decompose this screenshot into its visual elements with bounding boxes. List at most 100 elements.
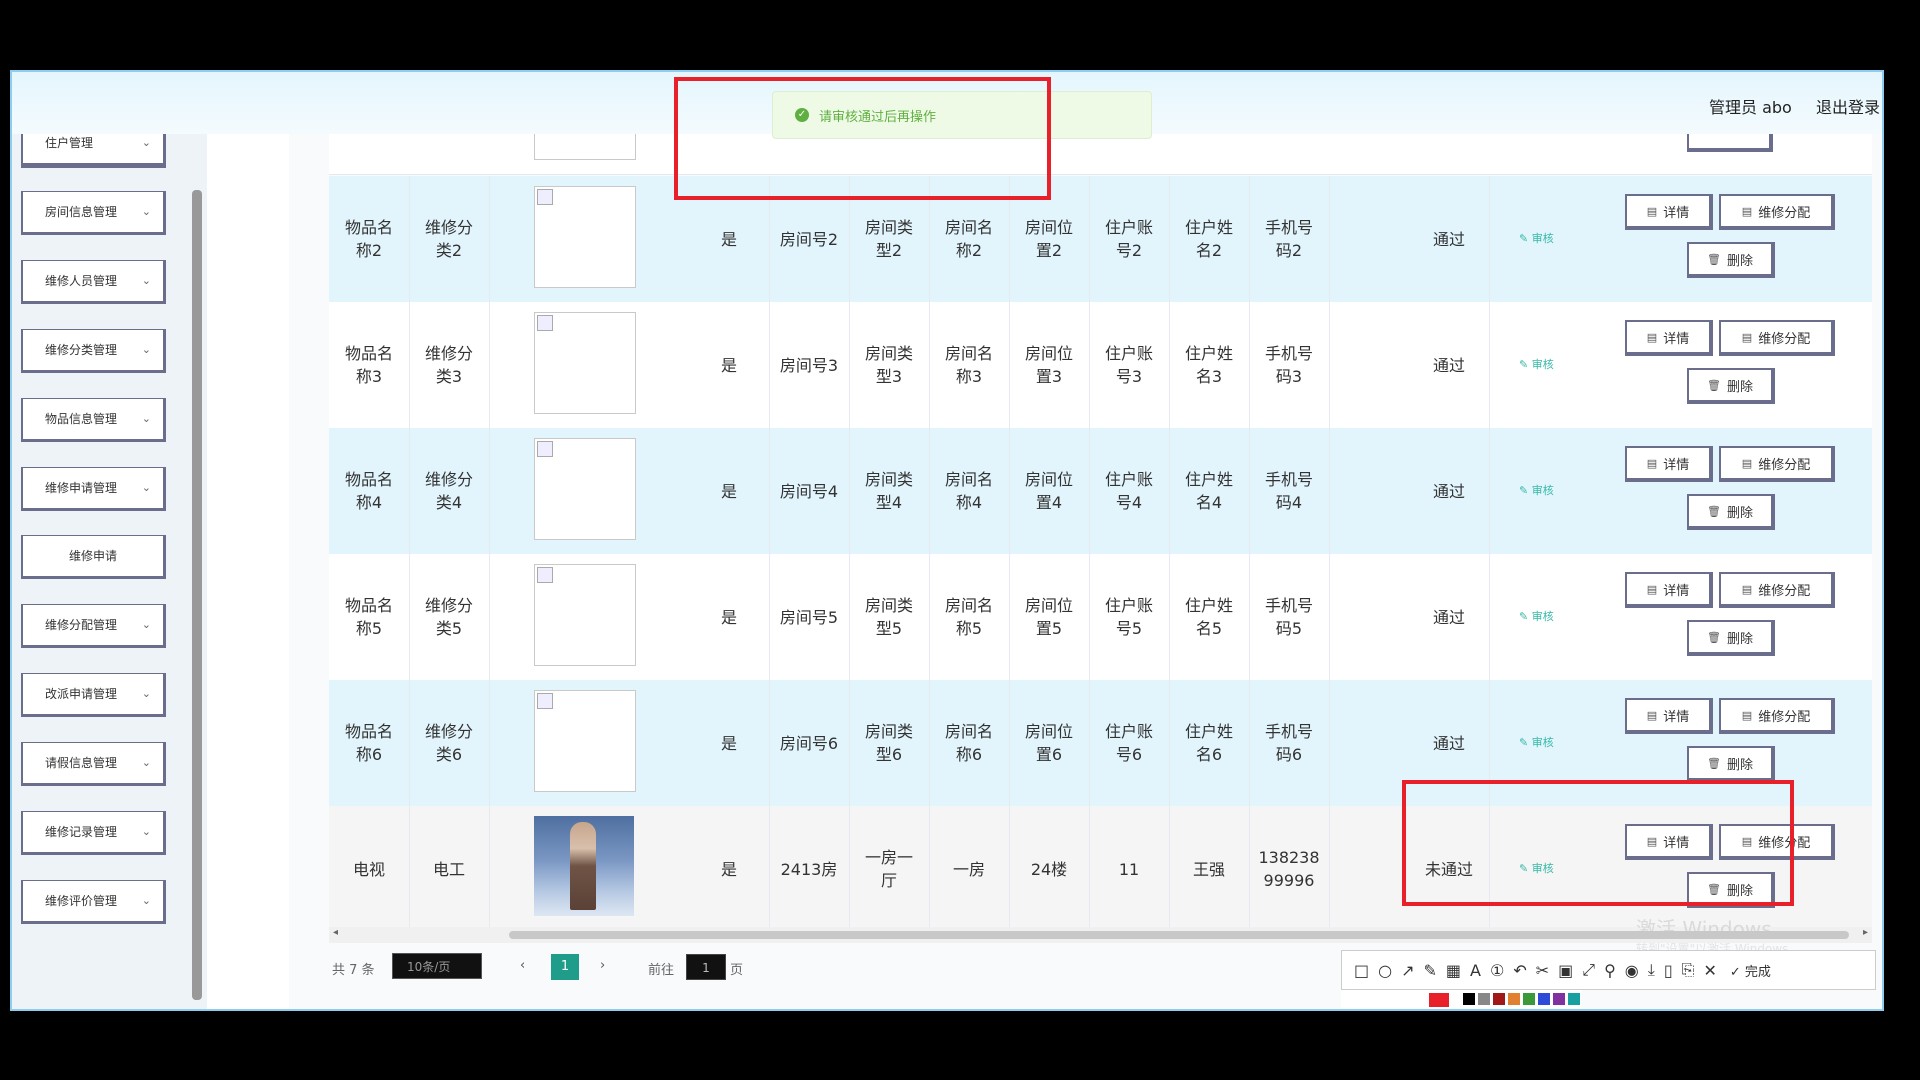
edit-icon: ✎ — [1519, 610, 1532, 623]
sidebar-scrollbar[interactable] — [192, 190, 202, 1000]
color-palette — [1341, 990, 1581, 1008]
snip-toolbar: □ ○ ↗ ✎ ▦ A ① ↶ ✂ ▣ ⤢ ⚲ ◉ ⤓ ▯ ⎘ ✕ ✓ 完成 — [1341, 950, 1876, 990]
audit-link[interactable]: ✎ 审核 — [1519, 734, 1554, 750]
chevron-down-icon: ⌄ — [141, 618, 151, 631]
delete-button[interactable]: 🗑 删除 — [1687, 620, 1775, 656]
download-icon[interactable]: ⤓ — [1648, 960, 1655, 980]
sidebar-item[interactable]: 维修记录管理 ⌄ — [21, 811, 166, 855]
text-tool-icon[interactable]: A — [1470, 961, 1481, 980]
sidebar-item[interactable]: 维修申请 — [21, 535, 166, 579]
sidebar-item[interactable]: 维修人员管理 ⌄ — [21, 260, 166, 304]
sidebar-item[interactable]: 维修分类管理 ⌄ — [21, 329, 166, 373]
color-swatch[interactable] — [1538, 993, 1550, 1005]
expand-icon[interactable]: ⤢ — [1582, 960, 1595, 980]
color-swatch[interactable] — [1523, 993, 1535, 1005]
cell-name: 住户姓 名3 — [1169, 302, 1250, 428]
audit-link[interactable]: ✎ 审核 — [1519, 482, 1554, 498]
delete-button[interactable]: 🗑 删除 — [1687, 746, 1775, 782]
ellipse-tool-icon[interactable]: ○ — [1378, 961, 1392, 980]
sidebar-item[interactable]: 房间信息管理 ⌄ — [21, 191, 166, 235]
cell-item: 物品名 称2 — [329, 176, 410, 302]
page-size-select[interactable]: 10条/页 — [392, 953, 482, 979]
audit-link[interactable]: ✎ 审核 — [1519, 230, 1554, 246]
cell-room-name: 房间名 称3 — [929, 302, 1010, 428]
audit-link[interactable]: ✎ 审核 — [1519, 608, 1554, 624]
cell-room-pos: 房间位 置5 — [1009, 554, 1090, 680]
save-icon[interactable]: ▯ — [1664, 961, 1673, 980]
ocr-icon[interactable]: ▣ — [1558, 961, 1573, 980]
color-swatch[interactable] — [1493, 993, 1505, 1005]
cell-room-name: 房间名 称5 — [929, 554, 1010, 680]
assign-button[interactable]: ▤ 维修分配 — [1719, 194, 1835, 230]
color-swatch[interactable] — [1478, 993, 1490, 1005]
cell-room-no: 2413房 — [769, 806, 850, 932]
prev-page-icon[interactable]: ‹ — [520, 958, 525, 973]
rectangle-tool-icon[interactable]: □ — [1354, 961, 1369, 980]
detail-button[interactable]: ▤ 详情 — [1625, 194, 1713, 230]
assign-button[interactable]: ▤ 维修分配 — [1719, 572, 1835, 608]
cell-acct: 住户账 号2 — [1089, 176, 1170, 302]
cell-phone: 手机号 码6 — [1249, 680, 1330, 806]
assign-button[interactable]: ▤ 维修分配 — [1719, 320, 1835, 356]
scissor-icon[interactable]: ✂ — [1536, 961, 1549, 980]
sidebar-item[interactable]: 请假信息管理 ⌄ — [21, 742, 166, 786]
sidebar-item[interactable]: 改派申请管理 ⌄ — [21, 673, 166, 717]
record-icon[interactable]: ◉ — [1625, 961, 1639, 980]
sidebar-item-label: 维修分类管理 — [45, 343, 118, 357]
detail-button[interactable]: ▤ 详情 — [1625, 698, 1713, 734]
page-number-current[interactable]: 1 — [551, 954, 579, 980]
delete-button[interactable]: 🗑 删除 — [1687, 368, 1775, 404]
undo-icon[interactable]: ↶ — [1513, 961, 1526, 980]
assign-button-label: 维修分配 — [1758, 709, 1811, 725]
cell-phone: 138238 99996 — [1249, 806, 1330, 932]
close-icon[interactable]: ✕ — [1703, 961, 1716, 980]
sidebar-item[interactable]: 维修评价管理 ⌄ — [21, 880, 166, 924]
audit-link[interactable]: ✎ 审核 — [1519, 356, 1554, 372]
bookmark-icon[interactable]: ⎘ — [1682, 960, 1695, 980]
edit-icon: ✎ — [1519, 484, 1532, 497]
cell-room-type: 房间类 型6 — [849, 680, 930, 806]
cell-room-pos: 房间位 置6 — [1009, 680, 1090, 806]
detail-button[interactable]: ▤ 详情 — [1625, 572, 1713, 608]
delete-button[interactable]: 🗑 删除 — [1687, 494, 1775, 530]
detail-button[interactable]: ▤ 详情 — [1625, 446, 1713, 482]
logout-link[interactable]: 退出登录 — [1816, 94, 1880, 118]
mosaic-tool-icon[interactable]: ▦ — [1446, 961, 1461, 980]
done-button[interactable]: ✓ 完成 — [1730, 961, 1771, 980]
detail-button[interactable]: ▤ 详情 — [1625, 320, 1713, 356]
cell-acct: 11 — [1089, 806, 1170, 932]
color-swatch[interactable] — [1508, 993, 1520, 1005]
color-swatch-red-selected[interactable] — [1429, 993, 1449, 1007]
arrow-tool-icon[interactable]: ↗ — [1401, 961, 1414, 980]
assign-button[interactable]: ▤ 维修分配 — [1719, 698, 1835, 734]
sidebar-item-label: 改派申请管理 — [45, 687, 118, 701]
scroll-left-icon[interactable]: ◂ — [333, 927, 338, 938]
chevron-down-icon: ⌄ — [141, 343, 151, 356]
number-tool-icon[interactable]: ① — [1490, 961, 1504, 980]
scroll-right-icon[interactable]: ▸ — [1863, 927, 1868, 938]
cell-item: 物品名 称3 — [329, 302, 410, 428]
sidebar-item[interactable]: 物品信息管理 ⌄ — [21, 398, 166, 442]
cell-name: 住户姓 名2 — [1169, 176, 1250, 302]
delete-button[interactable]: 🗑 删除 — [1687, 242, 1775, 278]
item-photo — [534, 816, 634, 916]
sidebar-item-label: 维修申请管理 — [45, 481, 118, 495]
goto-page-input[interactable]: 1 — [686, 954, 726, 980]
pin-icon[interactable]: ⚲ — [1604, 961, 1616, 980]
next-page-icon[interactable]: › — [600, 958, 605, 973]
cell-room-name: 一房 — [929, 806, 1010, 932]
assign-button-label: 维修分配 — [1758, 457, 1811, 473]
detail-icon: ▤ — [1646, 456, 1658, 470]
cell-cat: 维修分 类3 — [409, 302, 490, 428]
cell-status: 通过 — [1409, 554, 1490, 680]
color-swatch[interactable] — [1463, 993, 1475, 1005]
color-swatch[interactable] — [1553, 993, 1565, 1005]
pen-tool-icon[interactable]: ✎ — [1424, 961, 1437, 980]
sidebar-item[interactable]: 维修分配管理 ⌄ — [21, 604, 166, 648]
item-image-broken — [534, 186, 636, 288]
sidebar-item[interactable]: 维修申请管理 ⌄ — [21, 467, 166, 511]
color-swatch[interactable] — [1568, 993, 1580, 1005]
detail-icon: ▤ — [1646, 330, 1658, 344]
edit-icon: ✎ — [1519, 736, 1532, 749]
assign-button[interactable]: ▤ 维修分配 — [1719, 446, 1835, 482]
